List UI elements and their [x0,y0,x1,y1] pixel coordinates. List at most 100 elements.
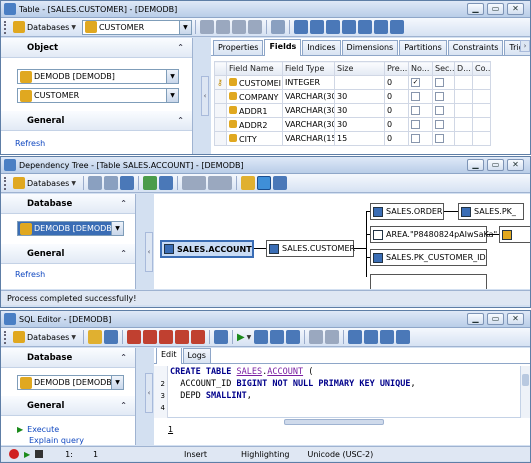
size-cell[interactable]: 15 [334,131,385,146]
grid-column-header[interactable]: Sec... [432,61,455,76]
size-cell[interactable]: 30 [334,89,385,104]
secondary-cell[interactable] [432,75,455,90]
record-icon[interactable] [9,449,19,459]
collapse-icon[interactable]: ⌃ [120,199,127,208]
grid-column-header[interactable]: No... [408,61,433,76]
table-row[interactable]: COMPANY VARCHAR(30) 30 0 [214,89,491,104]
edit-icon[interactable] [158,176,173,190]
toolbar-grip[interactable] [4,330,7,344]
refresh-link[interactable]: Refresh [1,136,45,150]
grid-column-header[interactable]: D... [454,61,473,76]
execute-button[interactable]: ▶ ▼ [236,330,252,345]
object-group-header[interactable]: Object ⌃ [1,38,192,58]
secondary-cell[interactable] [432,89,455,104]
size-cell[interactable]: 30 [334,103,385,118]
node-sales-pk[interactable]: SALES.PK_ [458,203,524,220]
secondary-checkbox[interactable] [435,106,444,115]
field-type-cell[interactable]: INTEGER [282,75,335,90]
query-rename-icon[interactable] [174,330,189,344]
precision-cell[interactable]: 0 [384,75,409,90]
tab-dimensions[interactable]: Dimensions [341,40,399,55]
save-icon[interactable] [119,176,134,190]
precision-cell[interactable]: 0 [384,131,409,146]
node-sales-order[interactable]: SALES.ORDER [370,203,444,220]
lightning-icon[interactable] [199,20,214,34]
not-null-cell[interactable] [408,103,433,118]
play-macro-icon[interactable]: ▶ [24,450,30,459]
refresh-link[interactable]: Refresh [1,267,45,281]
minimize-button[interactable]: ▁ [467,159,484,171]
export-icon[interactable] [341,20,356,34]
precision-cell[interactable]: 0 [384,117,409,132]
databases-button[interactable]: Databases ▼ [10,176,79,191]
rollback-icon[interactable] [325,330,340,344]
toolbar-grip[interactable] [4,176,7,190]
not-null-checkbox[interactable] [411,106,420,115]
field-type-cell[interactable]: VARCHAR(15) [282,131,335,146]
code-line[interactable]: CREATE TABLE SALES.ACCOUNT ( [170,366,516,378]
code-line[interactable]: DEPD SMALLINT, [170,390,516,402]
not-null-checkbox[interactable] [411,134,420,143]
chevron-down-icon[interactable]: ▼ [111,376,123,389]
database-select[interactable]: DEMODB [DEMODB] ▼ [17,375,124,390]
node-area-child[interactable] [499,226,530,243]
properties-icon[interactable] [213,330,228,344]
tab-indices[interactable]: Indices [302,40,341,55]
open-icon[interactable] [87,330,102,344]
tab-edit[interactable]: Edit [156,348,182,364]
not-null-cell[interactable] [408,117,433,132]
chevron-down-icon[interactable]: ▼ [178,20,191,34]
forward-icon[interactable] [207,176,232,190]
collapse-icon[interactable]: ⌃ [120,249,127,258]
horizontal-scrollbar[interactable] [284,419,384,425]
node-area[interactable]: AREA."P8480824pAIwSaKa" [370,226,497,243]
print-icon[interactable] [270,20,285,34]
step-icon[interactable] [254,330,269,344]
grid-column-header[interactable]: Field Name [226,61,283,76]
not-null-checkbox[interactable]: ✓ [411,78,420,87]
field-name-cell[interactable]: COMPANY [226,89,283,104]
collapse-icon[interactable]: ⌃ [120,353,127,362]
secondary-checkbox[interactable] [435,134,444,143]
not-null-cell[interactable] [408,131,433,146]
copy-icon[interactable] [293,20,308,34]
database-select[interactable]: DEMODB [DEMODB] ▼ [17,221,124,236]
databases-button[interactable]: Databases ▼ [10,330,79,345]
refresh-icon[interactable] [142,176,157,190]
tab-fields[interactable]: Fields [264,39,302,56]
back-icon[interactable] [181,176,206,190]
collapse-icon[interactable]: ⌃ [120,401,127,410]
field-type-cell[interactable]: VARCHAR(30) [282,89,335,104]
grid-column-header[interactable]: Size [334,61,385,76]
collapse-icon[interactable]: ⌃ [177,43,184,52]
zoom-icon[interactable] [272,176,287,190]
close-button[interactable]: ✕ [507,313,524,325]
print-icon[interactable] [87,176,102,190]
secondary-cell[interactable] [432,103,455,118]
not-null-checkbox[interactable] [411,120,420,129]
nav-splitter[interactable]: ‹ [201,76,209,116]
node-sales-customer[interactable]: SALES.CUSTOMER [266,240,355,257]
comment-cell[interactable] [472,89,491,104]
grid-icon[interactable] [373,20,388,34]
table-row[interactable]: ADDR1 VARCHAR(30) 30 0 [214,103,491,118]
format-icon[interactable] [348,330,363,344]
import-icon[interactable] [357,20,372,34]
code-editor[interactable]: 2 3 4 CREATE TABLE SALES.ACCOUNT ( ACCOUNT… [154,366,530,418]
secondary-checkbox[interactable] [435,78,444,87]
field-type-cell[interactable]: VARCHAR(30) [282,103,335,118]
grid-column-header[interactable]: Field Type [282,61,335,76]
open-folder-icon[interactable] [240,176,255,190]
secondary-cell[interactable] [432,117,455,132]
table-row[interactable]: CITY VARCHAR(15) 15 0 [214,131,491,146]
chevron-down-icon[interactable]: ▼ [111,222,123,235]
node-sales-pk-customer[interactable]: SALES.PK_CUSTOMER_ID [370,249,487,266]
precision-cell[interactable]: 0 [384,89,409,104]
maximize-button[interactable]: ▭ [487,159,504,171]
delete-icon[interactable] [247,20,262,34]
databases-button[interactable]: Databases ▼ [10,20,79,35]
secondary-cell[interactable] [432,131,455,146]
size-cell[interactable] [334,75,385,90]
grid-column-header[interactable]: Pre... [384,61,409,76]
save-icon[interactable] [103,330,118,344]
